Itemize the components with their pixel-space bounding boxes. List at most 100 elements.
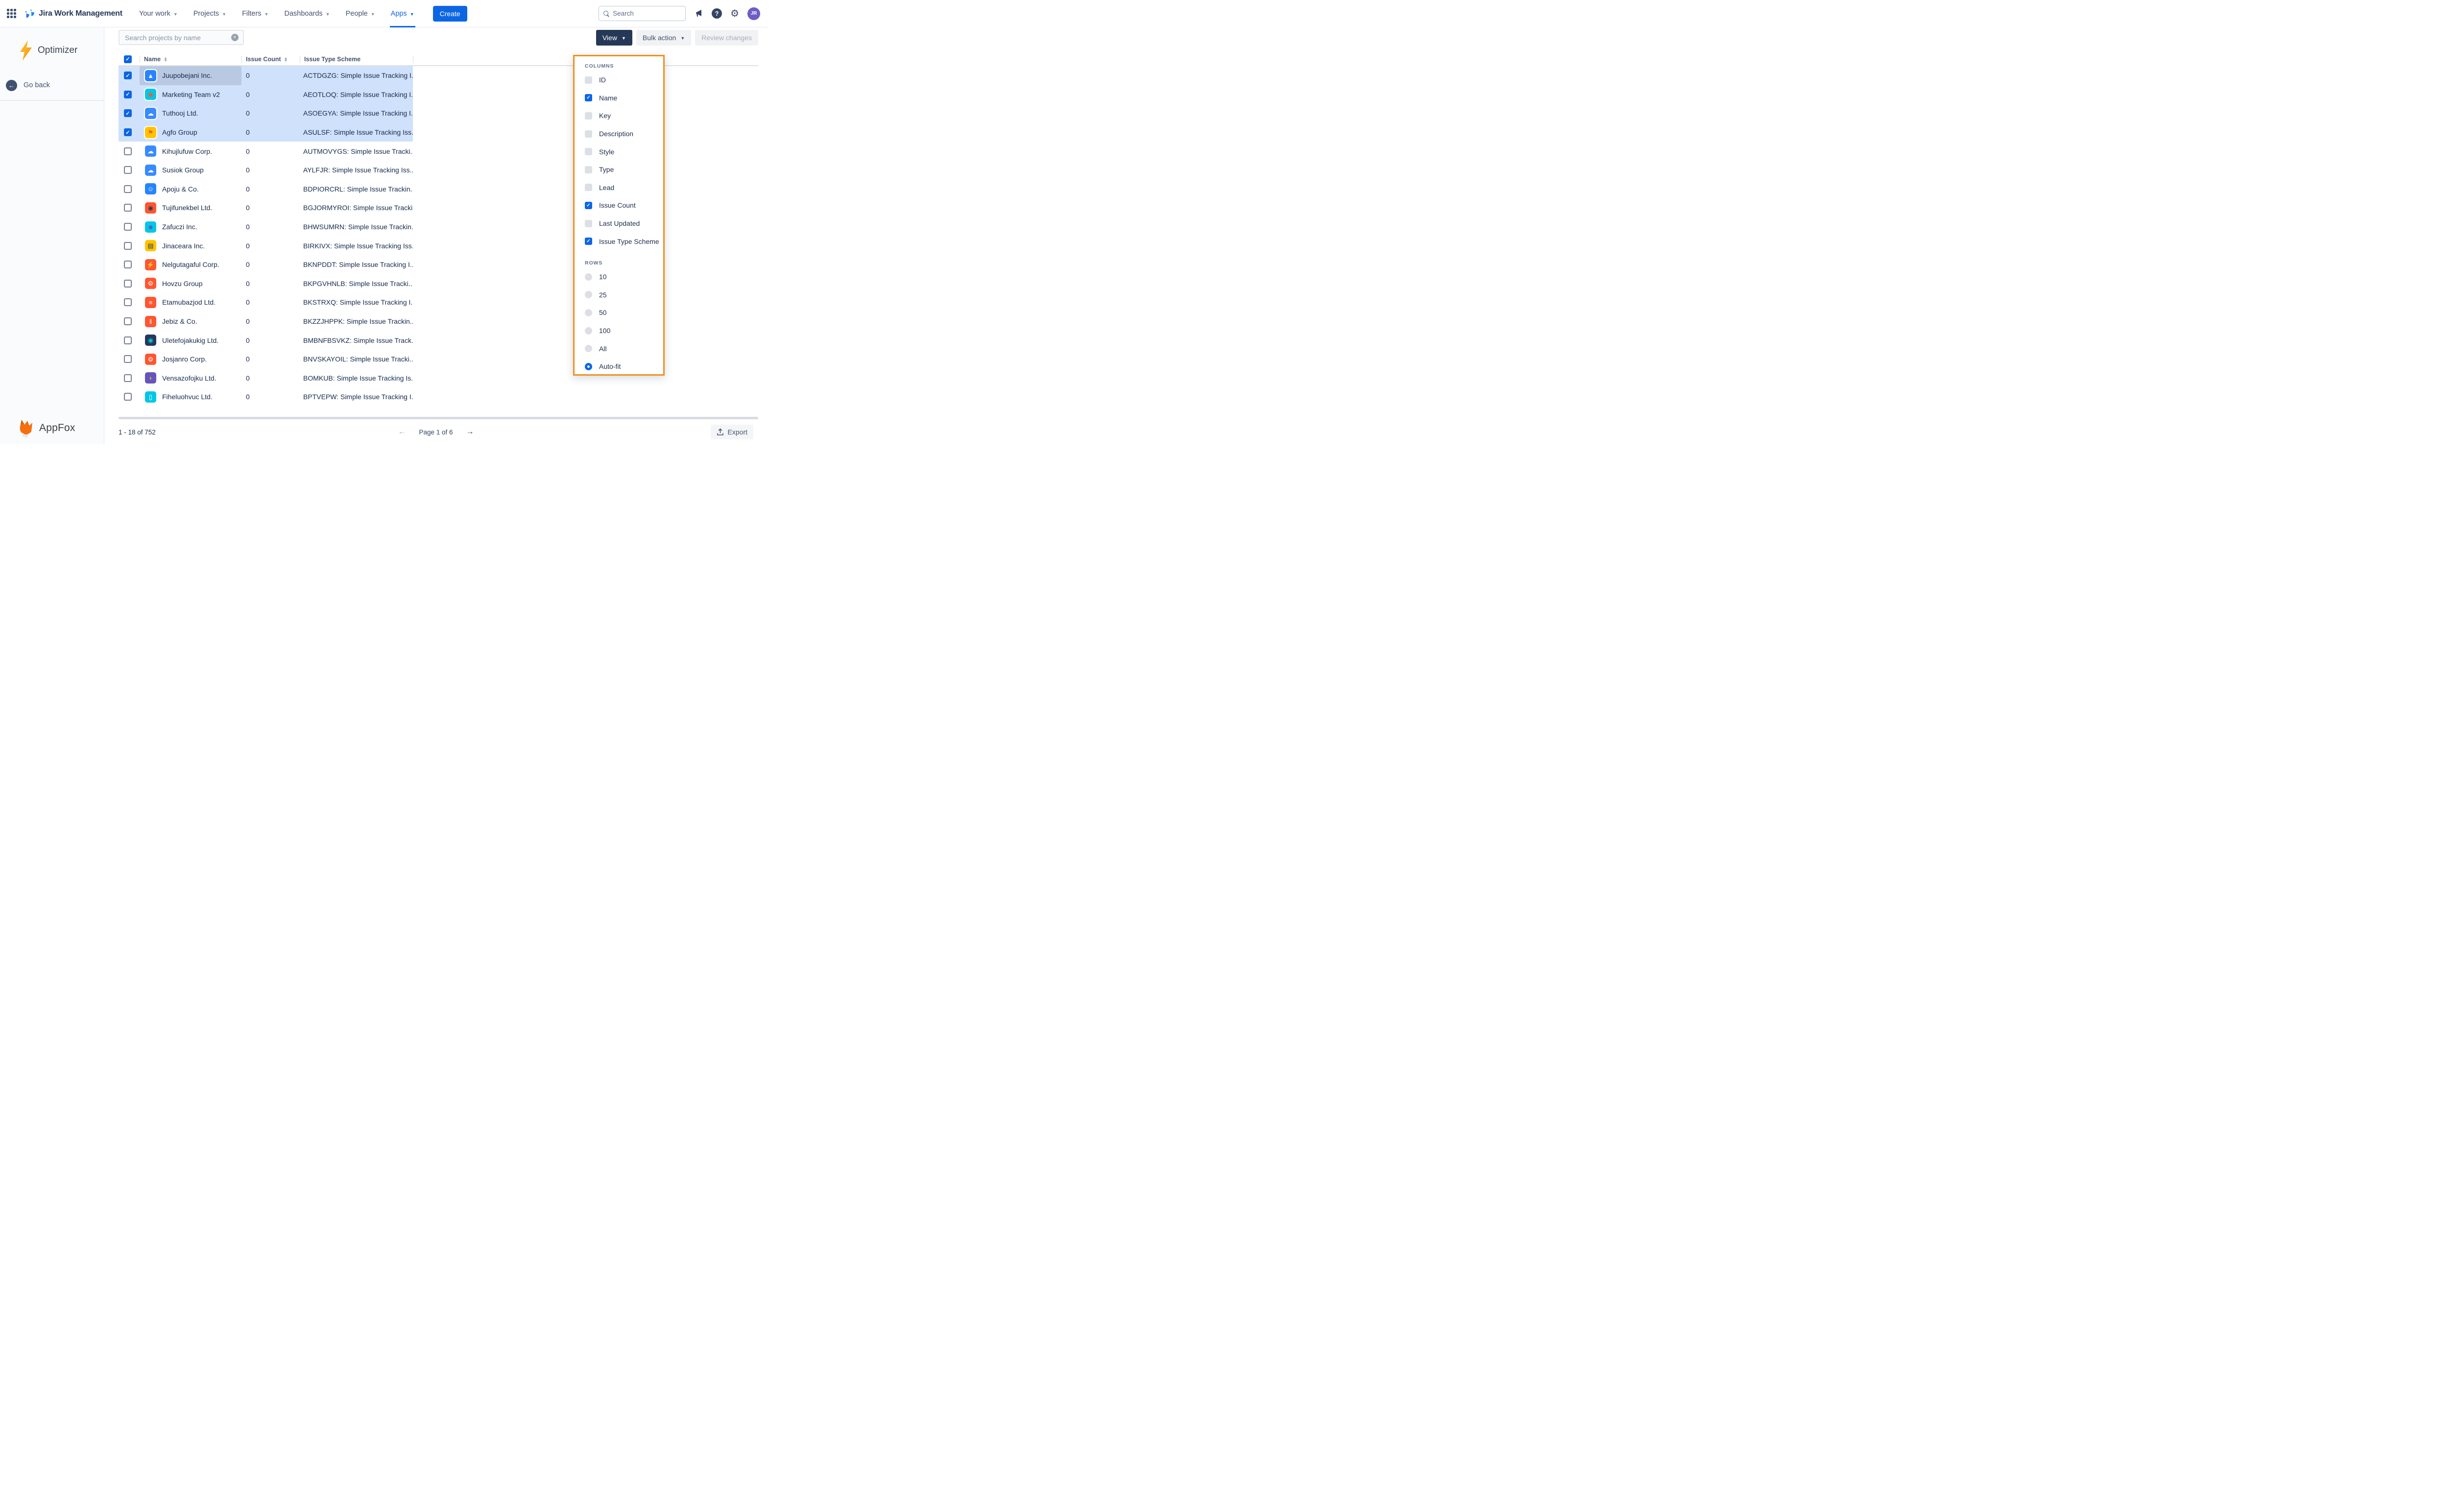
project-name-cell[interactable]: ‖Jebiz & Co. [140,312,241,331]
table-row[interactable]: ◉Uletefojakukig Ltd.0BMBNFBSVKZ: Simple … [119,331,413,350]
column-toggle-key[interactable]: Key [585,107,663,125]
table-row[interactable]: ▤Jinaceara Inc.0BIRKIVX: Simple Issue Tr… [119,236,413,255]
horizontal-scrollbar[interactable] [119,417,758,419]
project-name-cell[interactable]: ▲Juupobejani Inc. [140,66,241,85]
column-toggle-issue-count[interactable]: Issue Count [585,196,663,215]
column-toggle-lead[interactable]: Lead [585,179,663,197]
nav-item-filters[interactable]: Filters▼ [241,0,269,27]
column-toggle-issue-type-scheme[interactable]: Issue Type Scheme [585,232,663,250]
column-header-name[interactable]: Name [140,53,241,65]
project-name-cell[interactable]: ☻Zafuczi Inc. [140,217,241,237]
bulk-action-button[interactable]: Bulk action▼ [636,30,691,46]
project-name-cell[interactable]: ◉Tujifunekbel Ltd. [140,198,241,217]
nav-item-people[interactable]: People▼ [345,0,376,27]
clear-search-icon[interactable] [231,34,239,41]
checkbox-icon[interactable] [585,220,592,227]
column-toggle-description[interactable]: Description [585,125,663,143]
radio-icon[interactable] [585,309,592,316]
row-checkbox[interactable] [124,242,132,250]
review-changes-button[interactable]: Review changes [695,30,758,46]
row-checkbox[interactable] [124,336,132,344]
project-name-cell[interactable]: ◉Marketing Team v2 [140,85,241,104]
rows-option-auto-fit[interactable]: Auto-fit [585,358,663,376]
project-name-cell[interactable]: ▤Jinaceara Inc. [140,236,241,255]
table-row[interactable]: ‖Jebiz & Co.0BKZZJHPPK: Simple Issue Tra… [119,312,413,331]
row-checkbox[interactable] [124,185,132,193]
row-checkbox[interactable] [124,91,132,98]
project-search-input[interactable] [125,34,231,42]
checkbox-icon[interactable] [585,166,592,173]
checkbox-icon[interactable] [585,76,592,84]
nav-item-dashboards[interactable]: Dashboards▼ [283,0,331,27]
rows-option-all[interactable]: All [585,339,663,358]
global-search-input[interactable] [613,10,681,17]
table-row[interactable]: ☺Apoju & Co.0BDPIORCRL: Simple Issue Tra… [119,180,413,199]
table-row[interactable]: ⚙Josjanro Corp.0BNVSKAYOIL: Simple Issue… [119,350,413,369]
nav-item-projects[interactable]: Projects▼ [192,0,227,27]
row-checkbox[interactable] [124,147,132,155]
row-checkbox[interactable] [124,393,132,401]
column-header-issue-type-scheme[interactable]: Issue Type Scheme [300,53,413,65]
radio-icon[interactable] [585,273,592,281]
table-row[interactable]: ☁Tuthooj Ltd.0ASOEGYA: Simple Issue Trac… [119,104,413,123]
table-row[interactable]: ◉Marketing Team v20AEOTLOQ: Simple Issue… [119,85,413,104]
checkbox-icon[interactable] [585,184,592,191]
column-toggle-id[interactable]: ID [585,71,663,89]
row-checkbox[interactable] [124,317,132,325]
project-name-cell[interactable]: ☁Kihujlufuw Corp. [140,142,241,161]
table-row[interactable]: ◉Tujifunekbel Ltd.0BGJORMYROI: Simple Is… [119,198,413,217]
column-toggle-style[interactable]: Style [585,143,663,161]
table-row[interactable]: ◗Vensazofojku Ltd.0BOMKUB: Simple Issue … [119,369,413,388]
megaphone-icon[interactable] [694,9,703,18]
app-switcher-icon[interactable] [7,9,16,18]
table-row[interactable]: ⚙Hovzu Group0BKPGVHNLB: Simple Issue Tra… [119,274,413,293]
table-row[interactable]: ⚡Nelgutagaful Corp.0BKNPDDT: Simple Issu… [119,255,413,274]
column-toggle-last-updated[interactable]: Last Updated [585,215,663,233]
table-row[interactable]: ≡Etamubazjod Ltd.0BKSTRXQ: Simple Issue … [119,293,413,312]
nav-item-your-work[interactable]: Your work▼ [138,0,179,27]
row-checkbox[interactable] [124,109,132,117]
column-header-issue-count[interactable]: Issue Count [241,53,300,65]
checkbox-icon[interactable] [585,238,592,245]
table-row[interactable]: ☁Kihujlufuw Corp.0AUTMOVYGS: Simple Issu… [119,142,413,161]
project-name-cell[interactable]: ⚙Hovzu Group [140,274,241,293]
project-name-cell[interactable]: ☁Susiok Group [140,161,241,180]
rows-option-100[interactable]: 100 [585,322,663,340]
gear-icon[interactable] [730,9,739,19]
checkbox-icon[interactable] [585,202,592,209]
row-checkbox[interactable] [124,261,132,268]
select-all-checkbox[interactable] [124,55,132,63]
rows-option-50[interactable]: 50 [585,304,663,322]
row-checkbox[interactable] [124,128,132,136]
row-checkbox[interactable] [124,374,132,382]
table-row[interactable]: ☻Zafuczi Inc.0BHWSUMRN: Simple Issue Tra… [119,217,413,237]
column-toggle-type[interactable]: Type [585,161,663,179]
table-row[interactable]: ⚑Agfo Group0ASULSF: Simple Issue Trackin… [119,123,413,142]
project-name-cell[interactable]: ⚑Agfo Group [140,123,241,142]
help-icon[interactable] [712,8,722,19]
table-row[interactable]: ▯Fiheluohvuc Ltd.0BPTVEPW: Simple Issue … [119,387,413,407]
project-name-cell[interactable]: ⚙Josjanro Corp. [140,350,241,369]
checkbox-icon[interactable] [585,148,592,155]
project-name-cell[interactable]: ⚡Nelgutagaful Corp. [140,255,241,274]
radio-icon[interactable] [585,363,592,370]
rows-option-25[interactable]: 25 [585,286,663,304]
row-checkbox[interactable] [124,204,132,212]
checkbox-icon[interactable] [585,130,592,138]
nav-item-apps[interactable]: Apps▼ [390,0,415,27]
row-checkbox[interactable] [124,166,132,174]
radio-icon[interactable] [585,291,592,298]
export-button[interactable]: Export [711,425,753,439]
user-avatar[interactable]: JR [747,7,760,20]
checkbox-icon[interactable] [585,112,592,120]
previous-page-arrow-icon[interactable]: ← [398,428,406,436]
radio-icon[interactable] [585,345,592,352]
checkbox-icon[interactable] [585,94,592,101]
row-checkbox[interactable] [124,223,132,231]
project-name-cell[interactable]: ◗Vensazofojku Ltd. [140,369,241,388]
next-page-arrow-icon[interactable]: → [466,428,474,436]
row-checkbox[interactable] [124,280,132,288]
project-name-cell[interactable]: ≡Etamubazjod Ltd. [140,293,241,312]
rows-option-10[interactable]: 10 [585,268,663,286]
view-button[interactable]: View▼ [596,30,632,46]
